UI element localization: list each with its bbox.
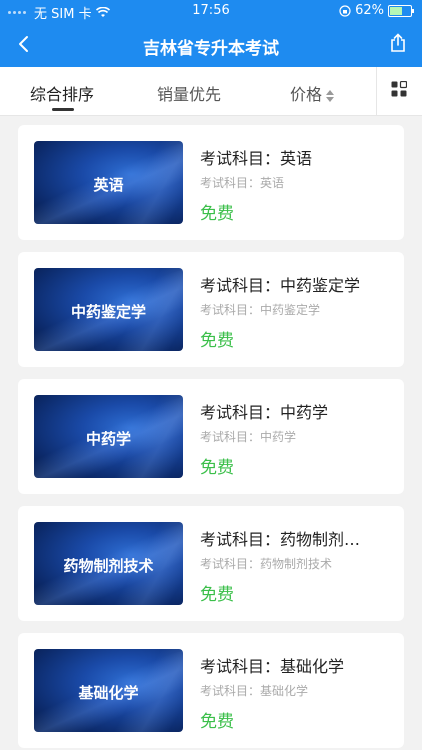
status-right: 62% — [339, 3, 414, 18]
item-title: 考试科目：中药学 — [200, 403, 329, 422]
thumbnail-label: 中药学 — [85, 430, 131, 448]
tab-underline — [52, 108, 74, 111]
tab-comprehensive[interactable]: 综合排序 — [30, 81, 94, 105]
course-thumbnail: 基础化学 — [34, 649, 183, 732]
list-item[interactable]: 中药鉴定学 考试科目：中药鉴定学 考试科目：中药鉴定学 免费 — [18, 252, 404, 367]
item-price: 免费 — [200, 585, 234, 605]
item-title: 考试科目：英语 — [200, 149, 313, 168]
app-header: 无 SIM 卡 17:56 62% 吉林省专升本考试 — [0, 0, 422, 67]
battery-icon — [388, 4, 414, 17]
title-bar: 吉林省专升本考试 — [0, 24, 422, 67]
item-price: 免费 — [200, 712, 234, 732]
grid-view-icon[interactable] — [391, 81, 407, 97]
list-item[interactable]: 基础化学 考试科目：基础化学 考试科目：基础化学 免费 — [18, 633, 404, 748]
course-thumbnail: 药物制剂技术 — [34, 522, 183, 605]
tab-price-label: 价格 — [290, 85, 323, 104]
course-thumbnail: 中药学 — [34, 395, 183, 478]
thumbnail-label: 中药鉴定学 — [70, 303, 146, 321]
item-subtitle: 考试科目：基础化学 — [200, 684, 309, 698]
share-icon[interactable] — [388, 33, 408, 53]
tab-divider — [376, 67, 377, 115]
thumbnail-label: 英语 — [93, 176, 124, 194]
tab-sales[interactable]: 销量优先 — [157, 81, 221, 105]
course-thumbnail: 英语 — [34, 141, 183, 224]
item-title: 考试科目：中药鉴定学 — [200, 276, 361, 295]
item-subtitle: 考试科目：英语 — [200, 176, 285, 190]
sort-icon — [326, 89, 335, 102]
item-subtitle: 考试科目：中药学 — [200, 430, 297, 444]
course-thumbnail: 中药鉴定学 — [34, 268, 183, 351]
battery-percent: 62% — [355, 3, 384, 18]
thumbnail-label: 基础化学 — [78, 684, 139, 702]
item-subtitle: 考试科目：药物制剂技术 — [200, 557, 333, 571]
thumbnail-label: 药物制剂技术 — [63, 557, 154, 575]
item-price: 免费 — [200, 458, 234, 478]
item-title: 考试科目：基础化学 — [200, 657, 345, 676]
list-item[interactable]: 英语 考试科目：英语 考试科目：英语 免费 — [18, 125, 404, 240]
item-title: 考试科目：药物制剂… — [200, 530, 361, 549]
page-title: 吉林省专升本考试 — [143, 39, 279, 59]
status-bar: 无 SIM 卡 17:56 62% — [0, 0, 422, 22]
item-price: 免费 — [200, 331, 234, 351]
list-item[interactable]: 药物制剂技术 考试科目：药物制剂… 考试科目：药物制剂技术 免费 — [18, 506, 404, 621]
item-subtitle: 考试科目：中药鉴定学 — [200, 303, 321, 317]
list-item[interactable]: 中药学 考试科目：中药学 考试科目：中药学 免费 — [18, 379, 404, 494]
item-price: 免费 — [200, 204, 234, 224]
orientation-lock-icon — [339, 4, 351, 17]
tab-price[interactable]: 价格 — [290, 81, 335, 105]
sort-tabs: 综合排序 销量优先 价格 — [0, 67, 422, 116]
